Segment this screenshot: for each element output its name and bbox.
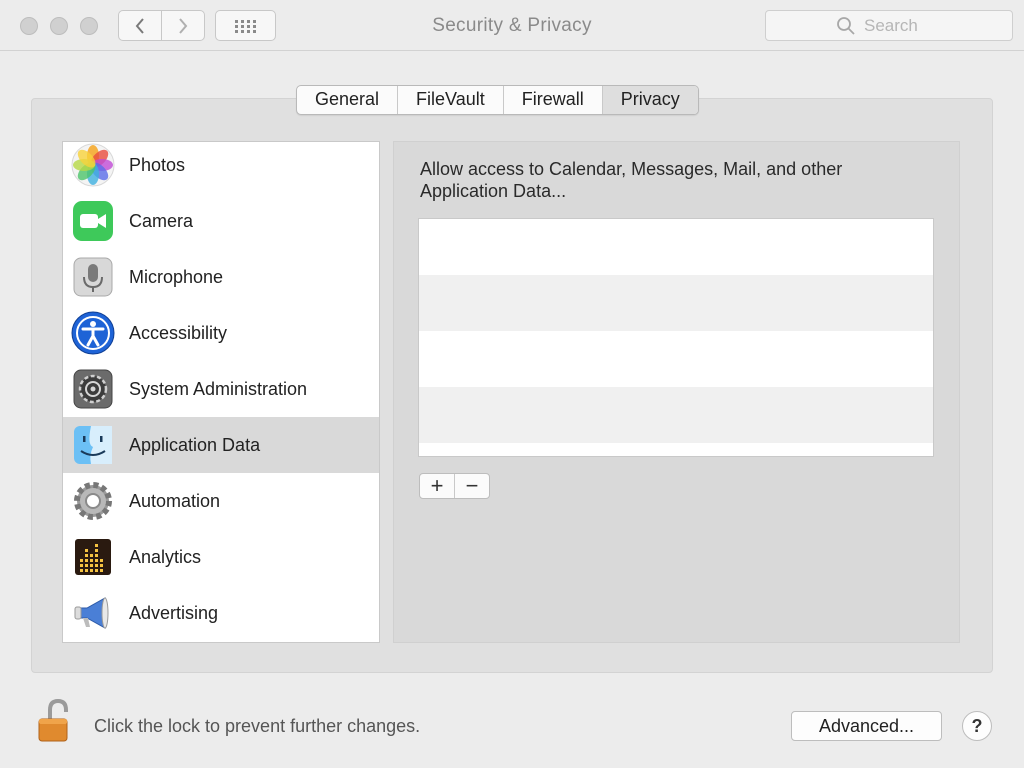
category-analytics[interactable]: Analytics [63, 529, 379, 585]
add-app-button[interactable]: + [420, 474, 455, 498]
lock-icon[interactable] [36, 698, 78, 744]
lock-status-text: Click the lock to prevent further change… [94, 716, 421, 736]
category-label: Automation [129, 490, 221, 511]
tab-firewall[interactable]: Firewall [504, 86, 603, 114]
advanced-button[interactable]: Advanced... [791, 711, 942, 741]
category-advertising[interactable]: Advertising [63, 585, 379, 641]
app-list-row [419, 443, 933, 456]
gear-icon [71, 479, 115, 523]
privacy-category-list[interactable]: Photos Camera Microphone Accessibility S… [62, 141, 380, 643]
camera-icon [71, 199, 115, 243]
microphone-icon [71, 255, 115, 299]
tab-filevault[interactable]: FileVault [398, 86, 504, 114]
search-icon [837, 16, 855, 35]
permission-description: Allow access to Calendar, Messages, Mail… [420, 159, 843, 201]
finder-icon [71, 423, 115, 467]
search-input[interactable] [864, 15, 942, 36]
app-list[interactable] [418, 218, 934, 457]
category-label: Application Data [129, 434, 261, 455]
system-admin-icon [71, 367, 115, 411]
help-button[interactable]: ? [962, 711, 992, 741]
app-list-row [419, 331, 933, 387]
remove-app-button[interactable]: − [455, 474, 489, 498]
category-label: Analytics [129, 546, 202, 567]
tab-privacy[interactable]: Privacy [602, 86, 698, 114]
add-remove-control: + − [419, 473, 490, 499]
app-list-row [419, 387, 933, 443]
category-label: Advertising [129, 602, 219, 623]
category-application-data[interactable]: Application Data [63, 417, 379, 473]
tab-general[interactable]: General [297, 86, 399, 114]
accessibility-icon [71, 311, 115, 355]
app-list-row [419, 275, 933, 331]
category-photos[interactable]: Photos [63, 142, 379, 193]
category-microphone[interactable]: Microphone [63, 249, 379, 305]
megaphone-icon [71, 591, 115, 635]
app-list-row [419, 219, 933, 275]
category-label: Camera [129, 210, 194, 231]
category-label: Photos [129, 154, 186, 175]
category-accessibility[interactable]: Accessibility [63, 305, 379, 361]
category-label: Microphone [129, 266, 224, 287]
category-label: System Administration [129, 378, 308, 399]
analytics-icon [71, 535, 115, 579]
photos-icon [71, 143, 115, 187]
category-automation[interactable]: Automation [63, 473, 379, 529]
category-camera[interactable]: Camera [63, 193, 379, 249]
title-bar: Security & Privacy [0, 0, 1024, 51]
search-field[interactable] [765, 10, 1013, 41]
category-system-administration[interactable]: System Administration [63, 361, 379, 417]
category-label: Accessibility [129, 322, 228, 343]
tab-bar: General FileVault Firewall Privacy [296, 85, 699, 115]
